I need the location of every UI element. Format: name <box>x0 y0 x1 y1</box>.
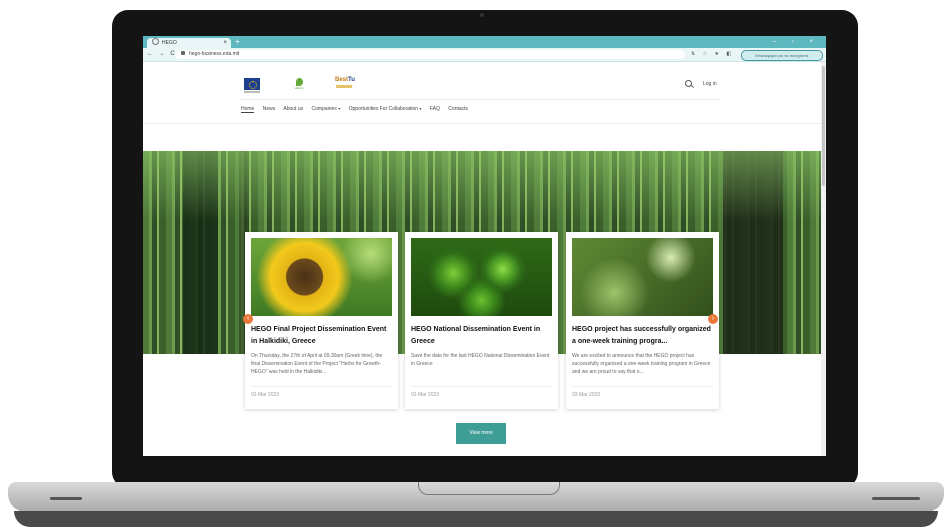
news-card[interactable]: HEGO National Dissemination Event in Gre… <box>405 232 558 409</box>
page-scrollbar-thumb[interactable] <box>822 66 825 186</box>
menu-item-opportunities-label: Opportunities For Collaboration <box>348 106 419 112</box>
menu-item-faq[interactable]: FAQ <box>430 106 440 112</box>
news-card-separator <box>572 386 713 387</box>
menu-item-opportunities[interactable]: Opportunities For Collaboration ▾ <box>349 106 422 112</box>
eu-flag-logo[interactable] <box>244 78 260 90</box>
news-card[interactable]: HEGO Final Project Dissemination Event i… <box>245 232 398 409</box>
news-card-separator <box>251 386 392 387</box>
chevron-down-icon: ▾ <box>419 106 422 111</box>
profile-button[interactable]: Επαναφορά για να συνεχίσετε <box>741 50 823 61</box>
hego-logo[interactable]: HEGO <box>293 78 305 90</box>
leaf-icon <box>295 78 303 86</box>
menu-item-companies-label: Companies <box>311 106 337 112</box>
news-card-description: On Thursday, the 27th of April at 09.30a… <box>251 353 383 375</box>
carousel-next-arrow-icon[interactable]: › <box>708 314 718 324</box>
carousel-prev-arrow-icon[interactable]: ‹ <box>243 314 253 324</box>
rain-leaves-image <box>572 238 713 316</box>
best-logo-word: Best <box>335 77 349 83</box>
window-controls[interactable]: – ▫ × <box>773 36 820 48</box>
chevron-down-icon: ▾ <box>338 106 341 111</box>
eu-logo-caption <box>244 91 260 93</box>
news-card-date: 03 Mar 2023 <box>572 392 601 398</box>
best-logo-underline <box>336 85 352 88</box>
sunflower-image <box>251 238 392 316</box>
menu-item-home[interactable]: Home <box>241 106 255 113</box>
site-header: HEGO BestTu Log in Home News About us Co… <box>143 62 821 124</box>
hero-light-overlay <box>143 151 821 221</box>
news-card-description: Save the date for the last HEGO National… <box>411 353 550 367</box>
login-link[interactable]: Log in <box>703 78 717 90</box>
url-text: hego-business.eda.mit <box>189 51 240 57</box>
news-card-date: 03 Mar 2023 <box>411 392 440 398</box>
menu-item-contacts[interactable]: Contacts <box>448 106 468 112</box>
globe-icon <box>152 38 159 45</box>
news-card-description: We are excited to announce that the HEGO… <box>572 353 711 375</box>
header-divider <box>240 99 720 100</box>
browser-tab-bar: HEGO × + – ▫ × <box>143 36 826 48</box>
address-bar: ← → C hego-business.eda.mit ⇅ ☆ ★ ◧ Επαν… <box>143 48 826 62</box>
close-tab-icon[interactable]: × <box>223 38 227 48</box>
laptop-base <box>8 482 944 512</box>
lock-icon <box>181 51 185 55</box>
navigation-buttons[interactable]: ← → C <box>147 48 177 61</box>
new-tab-button[interactable]: + <box>235 36 240 48</box>
laptop-base-shadow <box>14 511 938 527</box>
best-tu-logo[interactable]: BestTu <box>335 77 355 83</box>
laptop-opening-notch <box>418 482 560 495</box>
news-carousel: HEGO Final Project Dissemination Event i… <box>245 232 719 409</box>
url-field[interactable]: hego-business.eda.mit <box>175 50 685 59</box>
menu-item-news[interactable]: News <box>263 106 276 112</box>
menu-item-companies[interactable]: Companies ▾ <box>312 106 341 112</box>
menu-item-about[interactable]: About us <box>283 106 303 112</box>
laptop-screen: HEGO × + – ▫ × ← → C hego-business.eda.m… <box>143 36 826 456</box>
news-card-separator <box>411 386 552 387</box>
browser-tab[interactable]: HEGO × <box>147 38 231 48</box>
view-more-button[interactable]: View more <box>456 423 506 444</box>
news-card-title[interactable]: HEGO project has successfully organized … <box>572 324 713 348</box>
main-menu: Home News About us Companies ▾ Opportuni… <box>241 104 475 114</box>
left-port <box>50 497 82 500</box>
header-bottom-border <box>143 123 821 124</box>
hego-logo-word: HEGO <box>294 86 304 90</box>
tab-title: HEGO <box>162 40 177 46</box>
search-icon[interactable] <box>685 80 692 87</box>
fern-image <box>411 238 552 316</box>
eu-stars-icon <box>249 81 257 89</box>
news-card[interactable]: HEGO project has successfully organized … <box>566 232 719 409</box>
news-card-title[interactable]: HEGO National Dissemination Event in Gre… <box>411 324 552 348</box>
news-card-title[interactable]: HEGO Final Project Dissemination Event i… <box>251 324 392 348</box>
tu-logo-word: Tu <box>348 77 355 83</box>
extension-icons[interactable]: ⇅ ☆ ★ ◧ <box>691 48 734 61</box>
news-card-date: 03 Mar 2023 <box>251 392 280 398</box>
right-port <box>872 497 920 500</box>
webcam <box>480 13 484 17</box>
